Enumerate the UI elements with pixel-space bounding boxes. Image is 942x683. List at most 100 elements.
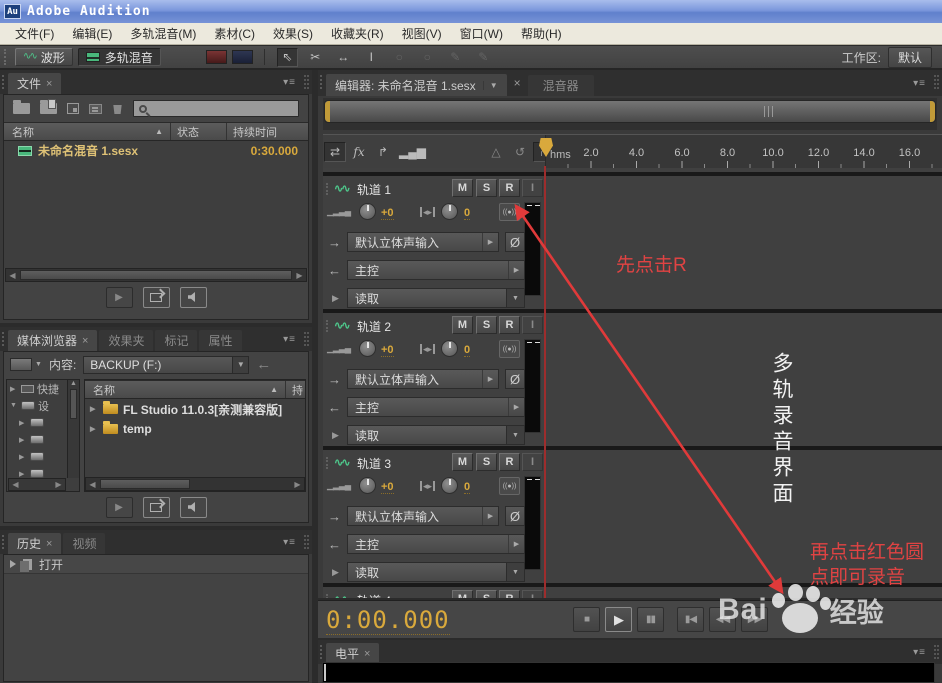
tab-history[interactable]: 历史 × [8, 533, 61, 554]
insert-into-multitrack-icon[interactable] [89, 104, 102, 114]
pause-button[interactable]: ▮▮ [637, 607, 664, 632]
zoom-handle-left[interactable] [325, 101, 330, 122]
tab-media-browser[interactable]: 媒体浏览器 × [8, 330, 97, 351]
razor-tool[interactable]: ✂ [305, 48, 326, 67]
delete-icon[interactable] [112, 103, 123, 114]
skip-to-start-button[interactable]: ▮◀ [677, 607, 704, 632]
history-item-open[interactable]: 打开 [4, 555, 308, 574]
track-grip[interactable] [326, 594, 329, 598]
automation-mode-selector[interactable]: 读取 ▼ [347, 562, 525, 582]
expand-icon[interactable]: ▶ [19, 470, 27, 478]
play-button[interactable]: ▶ [605, 607, 632, 632]
zoom-navigator-grip[interactable] [764, 106, 773, 117]
solo-button[interactable]: S [476, 316, 497, 334]
slip-tool[interactable]: ↔ [333, 48, 354, 67]
lasso-selection-tool[interactable]: ○ [417, 48, 438, 67]
monitor-input-icon[interactable]: ((●)) [499, 203, 520, 221]
track-name[interactable]: 轨道 2 [357, 318, 391, 335]
combo-arrow-icon[interactable]: ▶ [482, 370, 498, 388]
display-mode-icon[interactable] [10, 358, 32, 371]
combo-arrow-icon[interactable]: ▶ [508, 535, 524, 553]
stop-button[interactable]: ■ [573, 607, 600, 632]
column-name[interactable]: 名称 ▲ [4, 124, 170, 140]
panel-grip-right[interactable] [934, 75, 939, 89]
dropdown-arrow-icon[interactable]: ▼ [506, 426, 524, 444]
menu-help[interactable]: 帮助(H) [512, 22, 571, 45]
panel-menu-icon[interactable]: ▾≡ [283, 334, 296, 345]
menu-effects[interactable]: 效果(S) [264, 22, 322, 45]
panel-grip[interactable] [320, 645, 323, 659]
tree-horizontal-scrollbar[interactable]: ◀ ▶ [8, 478, 66, 491]
io-routing-button[interactable]: ⇄ [324, 142, 346, 162]
pan-knob[interactable] [441, 477, 458, 494]
tab-properties[interactable]: 属性 [199, 330, 241, 351]
input-selector[interactable]: 默认立体声输入 ▶ [347, 506, 499, 526]
mute-button[interactable]: M [452, 316, 473, 334]
spot-healing-tool[interactable]: ✎ [473, 48, 494, 67]
scroll-right-icon[interactable]: ▶ [291, 478, 304, 490]
solo-button[interactable]: S [476, 590, 497, 598]
track-name[interactable]: 轨道 4 [357, 592, 391, 598]
menu-multitrack[interactable]: 多轨混音(M) [121, 22, 205, 45]
input-monitor-button[interactable]: I [522, 453, 543, 471]
close-icon[interactable]: × [364, 648, 370, 660]
scrollbar-thumb[interactable] [70, 389, 77, 419]
monitor-input-icon[interactable]: ((●)) [499, 477, 520, 495]
input-monitor-button[interactable]: I [522, 179, 543, 197]
expand-icon[interactable]: ▶ [19, 436, 27, 444]
preview-volume-button[interactable] [180, 497, 207, 518]
column-name[interactable]: 名称 ▲ [85, 382, 285, 398]
effects-button[interactable]: fx [348, 142, 370, 162]
close-icon[interactable]: × [514, 76, 521, 90]
back-icon[interactable]: ← [256, 356, 271, 373]
menu-window[interactable]: 窗口(W) [451, 22, 512, 45]
chevron-down-icon[interactable]: ▼ [35, 361, 42, 368]
record-arm-button[interactable]: R [499, 179, 520, 197]
panel-grip-right[interactable] [304, 332, 309, 346]
column-duration[interactable]: 持 [285, 381, 305, 398]
column-duration[interactable]: 持续时间 [226, 123, 308, 140]
marquee-selection-tool[interactable]: ○ [389, 48, 410, 67]
input-monitor-button[interactable]: I [522, 316, 543, 334]
scrollbar-thumb[interactable] [100, 479, 190, 489]
editor-dropdown-icon[interactable]: ▼ [483, 81, 498, 90]
auto-play-button[interactable] [143, 287, 170, 308]
paintbrush-tool[interactable]: ✎ [445, 48, 466, 67]
files-horizontal-scrollbar[interactable]: ◀ ▶ [5, 268, 307, 282]
metronome-icon[interactable]: △ [485, 142, 507, 162]
collapse-icon[interactable]: ▼ [10, 402, 18, 409]
volume-value[interactable]: +0 [381, 481, 394, 494]
track-grip[interactable] [326, 320, 329, 332]
expand-icon[interactable]: ▶ [90, 425, 98, 433]
waveform-display-button[interactable] [232, 50, 253, 64]
zoom-navigator-bar[interactable] [324, 100, 936, 123]
media-horizontal-scrollbar[interactable]: ◀ ▶ [85, 477, 305, 491]
panel-grip[interactable] [2, 332, 5, 346]
track-grip[interactable] [326, 457, 329, 469]
new-content-icon[interactable] [67, 103, 79, 114]
pan-knob[interactable] [441, 203, 458, 220]
tab-effects-rack[interactable]: 效果夹 [99, 330, 153, 351]
folder-row[interactable]: ▶ FL Studio 11.0.3[亲测兼容版] [85, 399, 305, 419]
close-icon[interactable]: × [46, 78, 52, 90]
menu-clip[interactable]: 素材(C) [205, 22, 264, 45]
volume-value[interactable]: +0 [381, 207, 394, 220]
loop-playback-icon[interactable]: ↺ [509, 142, 531, 162]
phase-invert-button[interactable]: Ø [505, 506, 525, 526]
move-tool[interactable]: ⇖ [277, 48, 298, 67]
multitrack-view-button[interactable]: 多轨混音 [78, 48, 161, 66]
dropdown-arrow-icon[interactable]: ▼ [506, 289, 524, 307]
scroll-up-icon[interactable]: ▲ [70, 380, 77, 387]
panel-grip[interactable] [2, 535, 5, 549]
phase-invert-button[interactable]: Ø [505, 232, 525, 252]
expand-icon[interactable]: ▶ [19, 453, 27, 461]
combo-arrow-icon[interactable]: ▶ [482, 233, 498, 251]
menu-favorites[interactable]: 收藏夹(R) [322, 22, 393, 45]
playhead-line[interactable] [544, 166, 546, 598]
pan-value[interactable]: 0 [464, 344, 470, 357]
zoom-handle-right[interactable] [930, 101, 935, 122]
panel-grip[interactable] [320, 75, 323, 89]
zoom-navigator[interactable] [323, 98, 937, 130]
auto-play-button[interactable] [143, 497, 170, 518]
automation-mode-selector[interactable]: 读取 ▼ [347, 425, 525, 445]
